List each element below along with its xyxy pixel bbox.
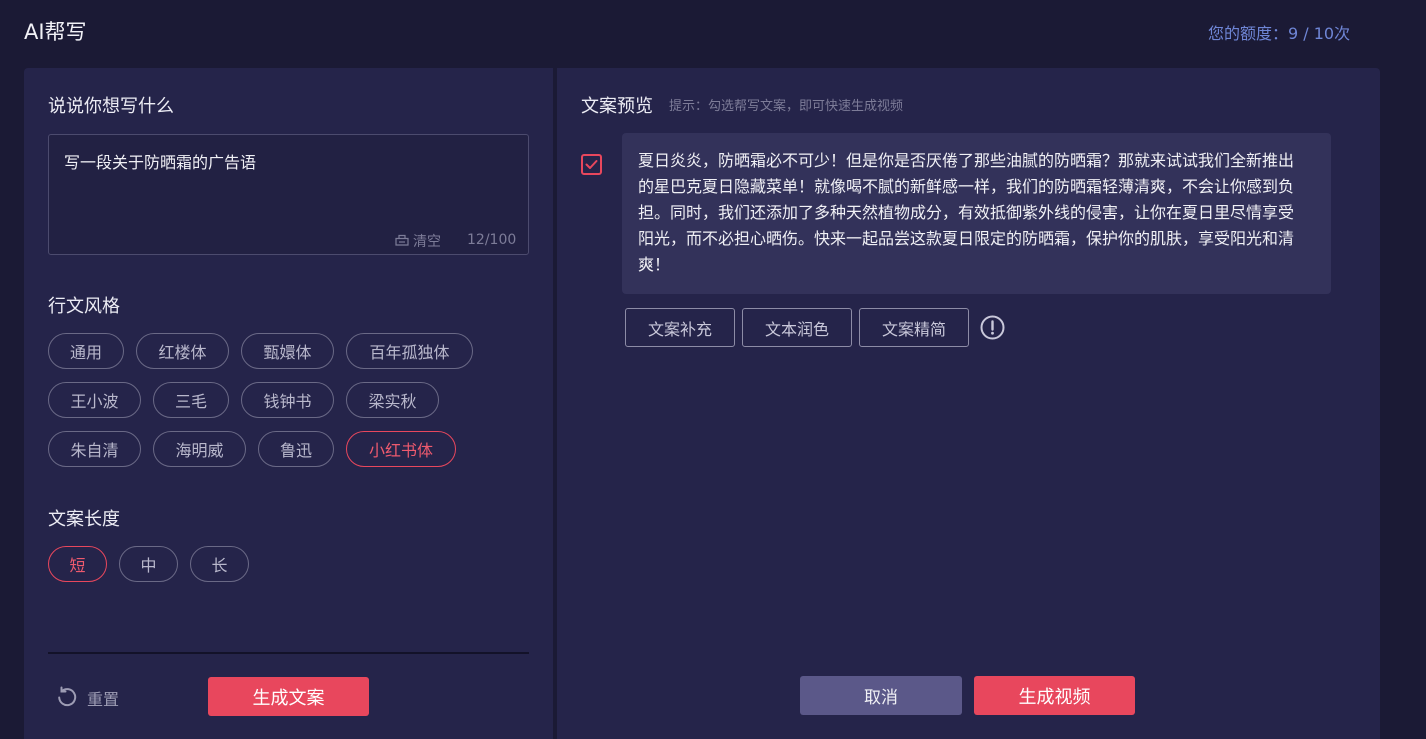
length-option-long[interactable]: 长	[190, 546, 249, 582]
style-option-xiaohongshu[interactable]: 小红书体	[346, 431, 456, 467]
style-option-zhenhuan[interactable]: 甄嬛体	[241, 333, 334, 369]
prompt-heading: 说说你想写什么	[48, 96, 174, 117]
style-option-wangxiaobo[interactable]: 王小波	[48, 382, 141, 418]
copy-simplify-button[interactable]: 文案精简	[859, 308, 969, 347]
divider	[48, 652, 529, 654]
style-heading: 行文风格	[48, 296, 120, 317]
reset-icon	[56, 685, 78, 711]
generate-copy-button[interactable]: 生成文案	[208, 677, 369, 716]
style-option-sanmao[interactable]: 三毛	[153, 382, 229, 418]
style-option-solitude[interactable]: 百年孤独体	[346, 333, 473, 369]
style-option-general[interactable]: 通用	[48, 333, 124, 369]
length-option-medium[interactable]: 中	[119, 546, 178, 582]
length-heading: 文案长度	[48, 509, 120, 530]
clear-label: 清空	[413, 234, 441, 250]
clear-icon	[395, 233, 409, 250]
style-option-hemingway[interactable]: 海明威	[153, 431, 246, 467]
style-option-qianzhongshu[interactable]: 钱钟书	[241, 382, 334, 418]
clear-button[interactable]: 清空	[395, 231, 441, 251]
right-panel: 文案预览 提示：勾选帮写文案，即可快速生成视频 夏日炎炎，防晒霜必不可少！但是你…	[557, 68, 1380, 739]
prompt-textarea[interactable]: 写一段关于防晒霜的广告语 清空 12/100	[48, 134, 529, 255]
left-panel: 说说你想写什么 写一段关于防晒霜的广告语 清空 12/100 行文风格 通用 红…	[24, 68, 553, 739]
preview-hint: 提示：勾选帮写文案，即可快速生成视频	[669, 99, 904, 114]
generate-video-button[interactable]: 生成视频	[974, 676, 1135, 715]
length-option-short[interactable]: 短	[48, 546, 107, 582]
reset-label: 重置	[87, 690, 120, 709]
generated-copy-text: 夏日炎炎，防晒霜必不可少！但是你是否厌倦了那些油腻的防晒霜？那就来试试我们全新推…	[622, 133, 1331, 294]
style-option-liangshiqiu[interactable]: 梁实秋	[346, 382, 439, 418]
quota-text: 您的额度：9 / 10次	[1208, 24, 1351, 43]
app-title: AI帮写	[24, 20, 87, 44]
reset-button[interactable]: 重置	[56, 685, 119, 711]
char-count: 12/100	[467, 232, 517, 248]
info-icon[interactable]	[980, 315, 1005, 340]
copy-select-checkbox[interactable]	[581, 154, 602, 175]
copy-expand-button[interactable]: 文案补充	[625, 308, 735, 347]
preview-heading: 文案预览	[581, 96, 653, 117]
text-polish-button[interactable]: 文本润色	[742, 308, 852, 347]
style-option-zhuziqing[interactable]: 朱自清	[48, 431, 141, 467]
style-option-luxun[interactable]: 鲁迅	[258, 431, 334, 467]
cancel-button[interactable]: 取消	[800, 676, 962, 715]
checkbox-check-icon	[585, 155, 598, 174]
prompt-text: 写一段关于防晒霜的广告语	[64, 153, 257, 172]
style-option-honglou[interactable]: 红楼体	[136, 333, 229, 369]
